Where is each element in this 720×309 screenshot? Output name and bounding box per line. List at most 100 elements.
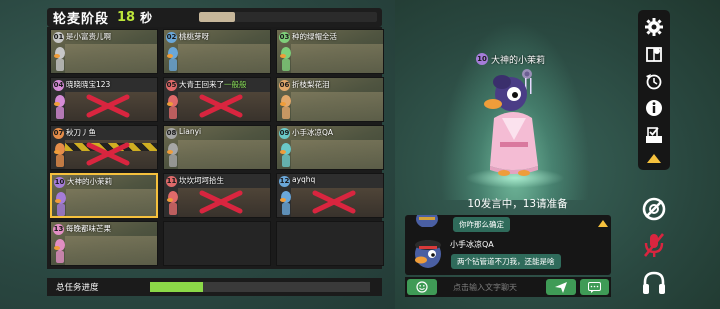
scroll-up-arrow-icon[interactable]: [598, 220, 608, 227]
turn-status: 10发言中，13请准备: [467, 198, 568, 210]
task-progress: 总任务进度: [47, 278, 382, 296]
player-name: 是小富贵儿啊: [66, 32, 111, 41]
player-card[interactable]: 12 ayqhq: [276, 173, 384, 218]
player-number: 11: [166, 176, 177, 187]
quick-chat-button[interactable]: [580, 279, 609, 295]
player-avatar: [280, 191, 291, 215]
player-number: 02: [166, 32, 177, 43]
countdown-unit: 秒: [140, 11, 153, 25]
player-name: 晓晓晓宝123: [66, 80, 111, 89]
history-icon[interactable]: [643, 70, 665, 92]
player-avatar: [167, 191, 178, 215]
map-icon[interactable]: [643, 43, 665, 65]
player-card[interactable]: 03 种的绿帽全活: [276, 29, 384, 74]
player-name: ayqhq: [292, 175, 316, 184]
emoji-button[interactable]: [407, 279, 437, 295]
player-card[interactable]: 02 桃桃芽呀: [163, 29, 271, 74]
eliminated-x-icon: [86, 142, 130, 166]
player-name: 小手冰凉QA: [292, 128, 334, 137]
phase-title: 轮麦阶段: [53, 12, 110, 27]
chat-bubble: 你咋那么确定: [453, 217, 510, 232]
player-card[interactable]: 10 大神的小茉莉: [50, 173, 158, 218]
player-card[interactable]: 11 坎坎坷坷拾生: [163, 173, 271, 218]
player-scene: [291, 140, 383, 169]
player-avatar: [167, 47, 178, 71]
speaker-name: 大神的小茉莉: [491, 55, 546, 66]
player-card[interactable]: 08 Lianyi: [163, 125, 271, 170]
player-card[interactable]: 07 秋刀丿鱼: [50, 125, 158, 170]
task-progress-label: 总任务进度: [56, 283, 99, 293]
gear-icon[interactable]: [643, 16, 665, 38]
player-card[interactable]: 09 小手冰凉QA: [276, 125, 384, 170]
player-avatar: [55, 192, 66, 216]
chat-sender-name: 小手冰凉QA: [450, 240, 494, 249]
countdown-seconds: 18: [117, 10, 136, 25]
player-name: 大神的小茉莉: [67, 177, 112, 186]
chat-avatar: [416, 215, 438, 227]
speaking-duck-avatar: [484, 69, 538, 176]
player-card[interactable]: 01 是小富贵儿啊: [50, 29, 158, 74]
player-number: 12: [279, 176, 290, 187]
player-scene: [66, 189, 156, 216]
player-number: 04: [53, 80, 64, 91]
player-avatar: [167, 95, 178, 119]
player-number: 01: [53, 32, 64, 43]
player-name: 坎坎坷坷拾生: [179, 176, 224, 185]
player-card[interactable]: 04 晓晓晓宝123: [50, 77, 158, 122]
countdown-bar: [199, 12, 377, 22]
player-card[interactable]: 05 大青王回来了一般般: [163, 77, 271, 122]
player-name-tag: 一般般: [224, 80, 247, 89]
mic-mute-icon[interactable]: [640, 231, 668, 259]
player-name: Lianyi: [179, 127, 202, 136]
send-icon: [555, 281, 567, 293]
chat-bubble-icon: [588, 281, 601, 293]
player-avatar: [54, 47, 65, 71]
headphones-icon[interactable]: [640, 269, 668, 297]
player-card[interactable]: 13 每晚都味芒果: [50, 221, 158, 266]
player-avatar: [167, 143, 178, 167]
task-progress-bar: [150, 282, 370, 292]
player-avatar: [280, 47, 291, 71]
player-scene: [291, 44, 383, 73]
player-grid: 01 是小富贵儿啊 02 桃桃芽呀 03 种的绿帽全活 04 晓晓晓宝123 05 大青王回来了一…: [47, 27, 384, 269]
player-number: 07: [53, 128, 64, 139]
eliminated-x-icon: [199, 190, 243, 214]
player-number: 08: [166, 128, 177, 139]
player-name: 大青王回来了一般般: [179, 80, 247, 89]
player-scene: [178, 140, 270, 169]
speaker-mute-icon[interactable]: [640, 195, 668, 223]
player-avatar: [280, 143, 291, 167]
player-avatar: [54, 95, 65, 119]
player-name: 折枝梨花泪: [292, 80, 330, 89]
player-avatar: [54, 239, 65, 263]
player-number: 13: [53, 224, 64, 235]
speaker-number: 10: [476, 53, 488, 65]
player-number: 10: [54, 177, 65, 188]
chat-log[interactable]: 你咋那么确定 小手冰凉QA 两个钻管道不刀我，还能是啥: [405, 215, 611, 275]
player-avatar: [54, 143, 65, 167]
chat-input-bar: 点击输入文字聊天: [405, 277, 611, 297]
player-scene: [65, 236, 157, 265]
player-number: 03: [279, 32, 290, 43]
speaker-tag: 10 大神的小茉莉: [476, 52, 545, 66]
collapse-arrow-icon[interactable]: [643, 150, 665, 166]
player-number: 06: [279, 80, 290, 91]
empty-slot: [276, 221, 384, 266]
eliminated-x-icon: [199, 94, 243, 118]
player-number: 09: [279, 128, 290, 139]
player-name: 秋刀丿鱼: [66, 128, 96, 137]
empty-slot: [163, 221, 271, 266]
info-icon[interactable]: [643, 97, 665, 119]
player-scene: [65, 44, 157, 73]
eliminated-x-icon: [86, 94, 130, 118]
player-card[interactable]: 06 折枝梨花泪: [276, 77, 384, 122]
chat-input[interactable]: 点击输入文字聊天: [453, 282, 517, 293]
phase-header: 轮麦阶段 18 秒: [47, 8, 382, 27]
send-button[interactable]: [546, 279, 576, 295]
player-avatar: [280, 95, 291, 119]
player-name: 桃桃芽呀: [179, 32, 209, 41]
side-toolbar: [638, 10, 670, 170]
player-name: 每晚都味芒果: [66, 224, 111, 233]
smiley-icon: [416, 281, 428, 293]
vote-icon[interactable]: [643, 124, 665, 146]
